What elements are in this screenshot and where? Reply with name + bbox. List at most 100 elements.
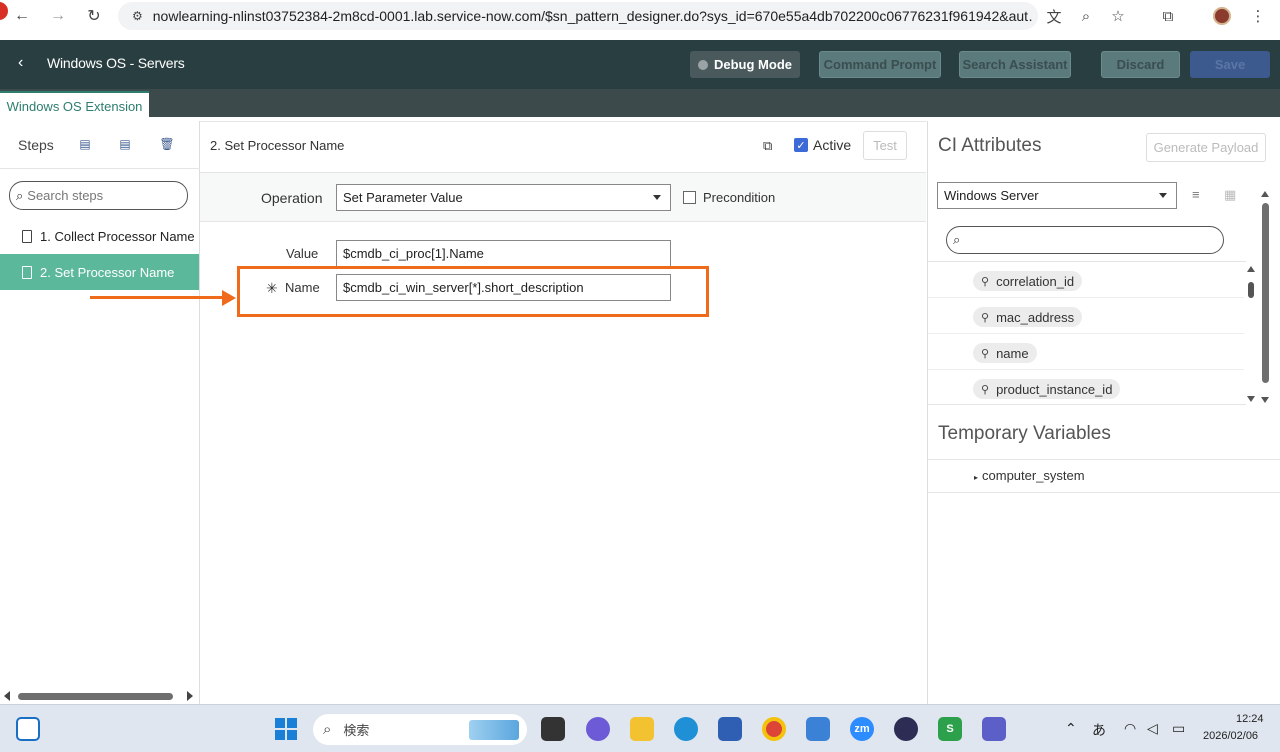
browser-menu-icon[interactable]: ⋮ [1246,4,1270,28]
scroll-up-icon[interactable] [1247,266,1255,272]
search-steps-input[interactable]: ⌕ Search steps [9,181,188,210]
step-item-2[interactable]: 2. Set Processor Name [0,254,199,290]
ime-indicator[interactable]: あ [1092,720,1106,740]
back-chevron-icon[interactable]: ‹ [18,54,23,72]
document-icon [22,265,32,279]
table-view-icon[interactable]: ▦ [1224,187,1236,203]
site-settings-icon[interactable]: ⚙ [132,9,143,23]
command-prompt-button[interactable]: Command Prompt [819,51,941,78]
search-icon: ⌕ [953,232,961,247]
tab-strip [0,89,1280,117]
step-item-1[interactable]: 1. Collect Processor Name [0,218,199,254]
back-arrow-icon[interactable]: ← [10,4,34,28]
filter-settings-icon[interactable]: ≡ [1192,187,1200,202]
save-button[interactable]: Save [1190,51,1270,78]
profile-avatar-icon[interactable] [1210,4,1234,28]
value-input[interactable]: $cmdb_ci_proc[1].Name [336,240,671,267]
windows-taskbar: ⌕ 検索 zm S ⌃ あ ◠ ◁ ▭ 12:24 2026/02/06 [0,704,1280,752]
extensions-puzzle-icon[interactable]: ⧉ [1156,4,1180,28]
zoom-icon[interactable]: ⌕ [1074,4,1098,28]
battery-icon[interactable]: ▭ [1172,720,1185,737]
tab-windows-os-extension[interactable]: Windows OS Extension [0,91,149,119]
search-icon: ⌕ [323,721,332,738]
notepad-icon[interactable] [806,717,830,741]
ci-attribute-list: ⚲ correlation_id ⚲ mac_address ⚲ name ⚲ prod… [928,261,1246,405]
search-steps-placeholder: Search steps [27,188,104,203]
steps-horizontal-scrollbar[interactable] [0,688,199,704]
search-icon: ⌕ [16,187,24,203]
steps-label: Steps [18,137,54,153]
task-view-icon[interactable] [541,717,565,741]
list-item[interactable]: ▸ computer_system [974,468,1085,483]
value-label: Value [286,246,319,261]
temporary-variables-title: Temporary Variables [938,423,1111,444]
annotation-highlight-box [237,266,709,317]
address-bar[interactable]: ⚙ nowlearning-nlinst03752384-2m8cd-0001.… [118,2,1038,30]
ci-attributes-panel: CI Attributes Generate Payload Windows S… [927,121,1280,704]
forward-arrow-icon[interactable]: → [46,4,70,28]
generate-payload-button[interactable]: Generate Payload [1146,133,1266,162]
precondition-checkbox[interactable] [683,191,696,204]
chevron-down-icon [1159,193,1167,198]
discard-button[interactable]: Discard [1101,51,1180,78]
ci-panel-scrollbar[interactable] [1261,189,1271,403]
scroll-down-icon[interactable] [1261,397,1269,403]
ci-attribute-search-input[interactable]: ⌕ [946,226,1224,254]
scroll-up-icon[interactable] [1261,191,1269,197]
edge-browser-icon[interactable] [674,717,698,741]
scroll-left-icon[interactable] [4,691,10,701]
key-icon: ⚲ [981,275,990,288]
scrollbar-thumb[interactable] [1248,282,1254,298]
scrollbar-thumb[interactable] [1262,203,1269,383]
teams-app-icon[interactable] [982,717,1006,741]
copy-step-icon[interactable]: ⧉ [763,138,772,154]
start-windows-icon[interactable] [274,717,298,741]
ci-class-select[interactable]: Windows Server [937,182,1177,209]
taskbar-search[interactable]: ⌕ 検索 [313,714,527,745]
chevron-up-icon[interactable]: ⌃ [1065,720,1077,737]
clock-date[interactable]: 2026/02/06 [1203,730,1258,742]
url-text: nowlearning-nlinst03752384-2m8cd-0001.la… [152,8,1033,24]
attribute-pill[interactable]: ⚲ name [973,343,1037,363]
file-explorer-icon[interactable] [630,717,654,741]
eclipse-app-icon[interactable] [894,717,918,741]
wifi-icon[interactable]: ◠ [1124,720,1136,737]
app-header: ‹ Windows OS - Servers Debug Mode Comman… [0,40,1280,89]
key-icon: ⚲ [981,311,990,324]
reload-icon[interactable]: ↻ [82,4,106,28]
volume-icon[interactable]: ◁ [1147,720,1158,737]
debug-mode-button[interactable]: Debug Mode [690,51,800,78]
spreadsheet-app-icon[interactable]: S [938,717,962,741]
attribute-pill[interactable]: ⚲ correlation_id [973,271,1083,291]
attribute-pill[interactable]: ⚲ product_instance_id [973,379,1121,399]
insert-step-below-icon[interactable]: ▤ [117,136,133,152]
steps-header: Steps ▤ ▤ 🗑 [0,121,200,169]
insert-step-above-icon[interactable]: ▤ [77,136,93,152]
browser-toolbar: ← → ↻ ⚙ nowlearning-nlinst03752384-2m8cd… [0,0,1280,32]
zoom-app-icon[interactable]: zm [850,717,874,741]
chat-app-icon[interactable] [586,717,610,741]
list-item: ⚲ product_instance_id [928,370,1244,406]
ci-attributes-title: CI Attributes [938,135,1042,156]
annotation-arrow-line [90,296,225,299]
delete-step-icon[interactable]: 🗑 [159,136,175,152]
attribute-list-scrollbar[interactable] [1246,261,1258,405]
bookmark-star-icon[interactable]: ☆ [1106,4,1130,28]
active-label: Active [813,137,852,153]
chrome-browser-icon[interactable] [762,717,786,741]
active-checkbox[interactable]: ✓ [794,138,808,152]
search-highlight-image [469,719,519,740]
scroll-right-icon[interactable] [187,691,193,701]
operation-select[interactable]: Set Parameter Value [336,184,671,211]
translate-icon[interactable]: 文 [1042,4,1066,28]
scroll-down-icon[interactable] [1247,396,1255,402]
store-icon[interactable] [718,717,742,741]
widgets-icon[interactable] [16,717,40,741]
expand-caret-icon[interactable]: ▸ [974,473,978,482]
steps-panel: Steps ▤ ▤ 🗑 ⌕ Search steps 1. Collect Pr… [0,121,200,704]
test-button[interactable]: Test [863,131,907,160]
clock-time[interactable]: 12:24 [1236,713,1264,725]
scrollbar-thumb[interactable] [18,693,173,700]
attribute-pill[interactable]: ⚲ mac_address [973,307,1083,327]
search-assistant-button[interactable]: Search Assistant [959,51,1071,78]
